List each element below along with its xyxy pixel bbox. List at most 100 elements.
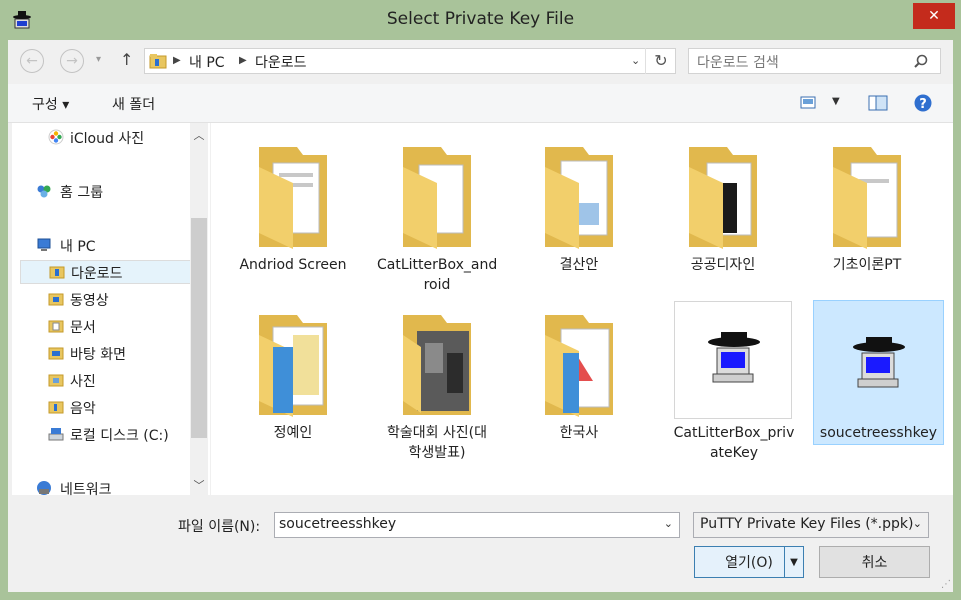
nav-item-label: 네트워크 [60,482,112,498]
forward-button[interactable]: → [60,49,84,73]
arrow-left-icon: ← [26,53,38,69]
nav-item-pictures[interactable]: 사진 [12,368,187,392]
new-folder-button[interactable]: 새 폴더 [112,94,155,114]
window-title: Select Private Key File [386,9,575,29]
view-options-icon[interactable] [800,96,816,110]
file-name: 기초이론PT [832,257,902,273]
open-button-label: 열기(O) [725,555,773,571]
file-name: 정예인 [273,425,313,441]
address-bar[interactable]: ▶ 내 PC ▶ 다운로드 ⌄ ↻ [144,48,676,74]
nav-item-label: 동영상 [70,293,109,309]
up-button[interactable]: ↑ [120,50,133,69]
nav-item-my-pc[interactable]: 내 PC [12,233,187,257]
organize-button[interactable]: 구성 ▾ [32,94,69,114]
folder-icon [259,147,327,249]
file-item[interactable]: 한국사 [519,295,639,445]
nav-item-icloud-photos[interactable]: iCloud 사진 [12,125,187,149]
nav-item-label: 내 PC [60,239,96,255]
file-type-value: PuTTY Private Key Files (*.ppk) [700,516,914,532]
folder-icon [403,147,471,249]
nav-item-homegroup[interactable]: 홈 그룹 [12,179,187,203]
search-input[interactable]: 다운로드 검색 [697,52,779,72]
file-name: 학술대회 사진(대 학생발표) [386,425,488,461]
folder-icon [545,147,613,249]
file-type-select[interactable]: PuTTY Private Key Files (*.ppk) ⌄ [693,512,929,538]
file-item[interactable]: 정예인 [233,295,353,445]
putty-key-icon [853,337,905,388]
nav-item-label: 음악 [70,401,96,417]
nav-item-music[interactable]: 음악 [12,395,187,419]
recent-locations-dropdown[interactable]: ▾ [96,54,101,65]
nav-item-downloads[interactable]: 다운로드 [20,260,194,284]
nav-item-label: 로컬 디스크 (C:) [70,428,169,444]
file-item[interactable]: Andriod Screen [233,127,353,277]
nav-item-videos[interactable]: 동영상 [12,287,187,311]
scrollbar-thumb[interactable] [191,218,207,438]
refresh-button[interactable]: ↻ [645,48,676,74]
file-item[interactable]: CatLitterBox_priv ateKey [673,301,795,493]
resize-grip-icon[interactable]: ⋰ [941,579,951,590]
file-item[interactable]: 학술대회 사진(대 학생발표) [377,295,497,461]
file-thumbnail [674,301,792,419]
filename-value: soucetreesshkey [279,516,397,532]
preview-pane-icon[interactable] [868,95,888,111]
file-thumbnail [818,305,938,423]
nav-item-label: 홈 그룹 [60,185,104,201]
nav-item-local-disk[interactable]: 로컬 디스크 (C:) [12,422,187,446]
close-button[interactable]: ✕ [913,3,955,29]
filename-input[interactable]: soucetreesshkey ⌄ [274,512,680,538]
cancel-button[interactable]: 취소 [819,546,930,578]
nav-item-label: 바탕 화면 [70,347,126,363]
view-dropdown-arrow[interactable]: ▼ [832,96,840,107]
nav-item-label: iCloud 사진 [70,131,145,147]
search-box[interactable]: 다운로드 검색 [688,48,941,74]
file-item-selected[interactable]: soucetreesshkey [813,300,944,445]
nav-item-desktop[interactable]: 바탕 화면 [12,341,187,365]
folder-icon [545,315,613,417]
chevron-right-icon: ▶ [239,55,247,66]
open-button[interactable]: 열기(O) ▼ [694,546,804,578]
arrow-right-icon: → [66,53,78,69]
refresh-icon: ↻ [654,51,668,70]
svg-text:?: ? [919,97,927,112]
breadcrumb-my-pc[interactable]: 내 PC [189,52,225,72]
photos-icon [48,129,64,145]
folder-icon [403,315,471,415]
open-dropdown-arrow[interactable]: ▼ [784,547,803,577]
chevron-right-icon: ▶ [173,55,181,66]
putty-key-icon [708,332,760,383]
file-item[interactable]: 기초이론PT [807,127,927,277]
file-item[interactable]: CatLitterBox_and roid [377,127,497,293]
videos-folder-icon [48,293,64,306]
chevron-down-icon[interactable]: ﹀ [190,477,208,493]
computer-icon [37,238,51,251]
nav-item-documents[interactable]: 문서 [12,314,187,338]
navigation-pane: iCloud 사진 홈 그룹 내 PC 다운로드 동영상 문서 바탕 화면 사진… [12,123,210,498]
dialog-client: ← → ▾ ↑ ▶ 내 PC ▶ 다운로드 ⌄ ↻ 다운로드 검색 구성 ▾ 새… [8,40,953,592]
file-name: Andriod Screen [239,257,347,273]
breadcrumb-downloads[interactable]: 다운로드 [255,52,307,72]
help-icon[interactable]: ? [914,94,932,112]
pictures-folder-icon [48,374,64,387]
back-button[interactable]: ← [20,49,44,73]
filename-label: 파일 이름(N): [178,519,261,535]
file-name: 한국사 [559,425,599,441]
chevron-down-icon[interactable]: ⌄ [664,517,673,530]
file-name: CatLitterBox_and roid [377,257,498,293]
desktop-folder-icon [48,347,64,360]
nav-scrollbar[interactable]: ︿ ﹀ [190,123,208,495]
chevron-down-icon[interactable]: ⌄ [631,54,640,67]
homegroup-icon [37,185,51,198]
file-item[interactable]: 공공디자인 [663,127,783,277]
chevron-up-icon[interactable]: ︿ [190,127,208,143]
chevron-down-icon: ⌄ [912,517,922,530]
file-name: soucetreesshkey [819,425,938,441]
file-item[interactable]: 결산안 [519,127,639,277]
drive-icon [48,428,64,441]
arrow-up-icon: ↑ [120,50,134,69]
title-bar[interactable]: Select Private Key File ✕ [0,0,961,40]
nav-item-network[interactable]: 네트워크 [12,476,187,500]
documents-folder-icon [48,320,64,333]
downloads-folder-icon [149,54,167,69]
file-name: 결산안 [559,257,599,273]
